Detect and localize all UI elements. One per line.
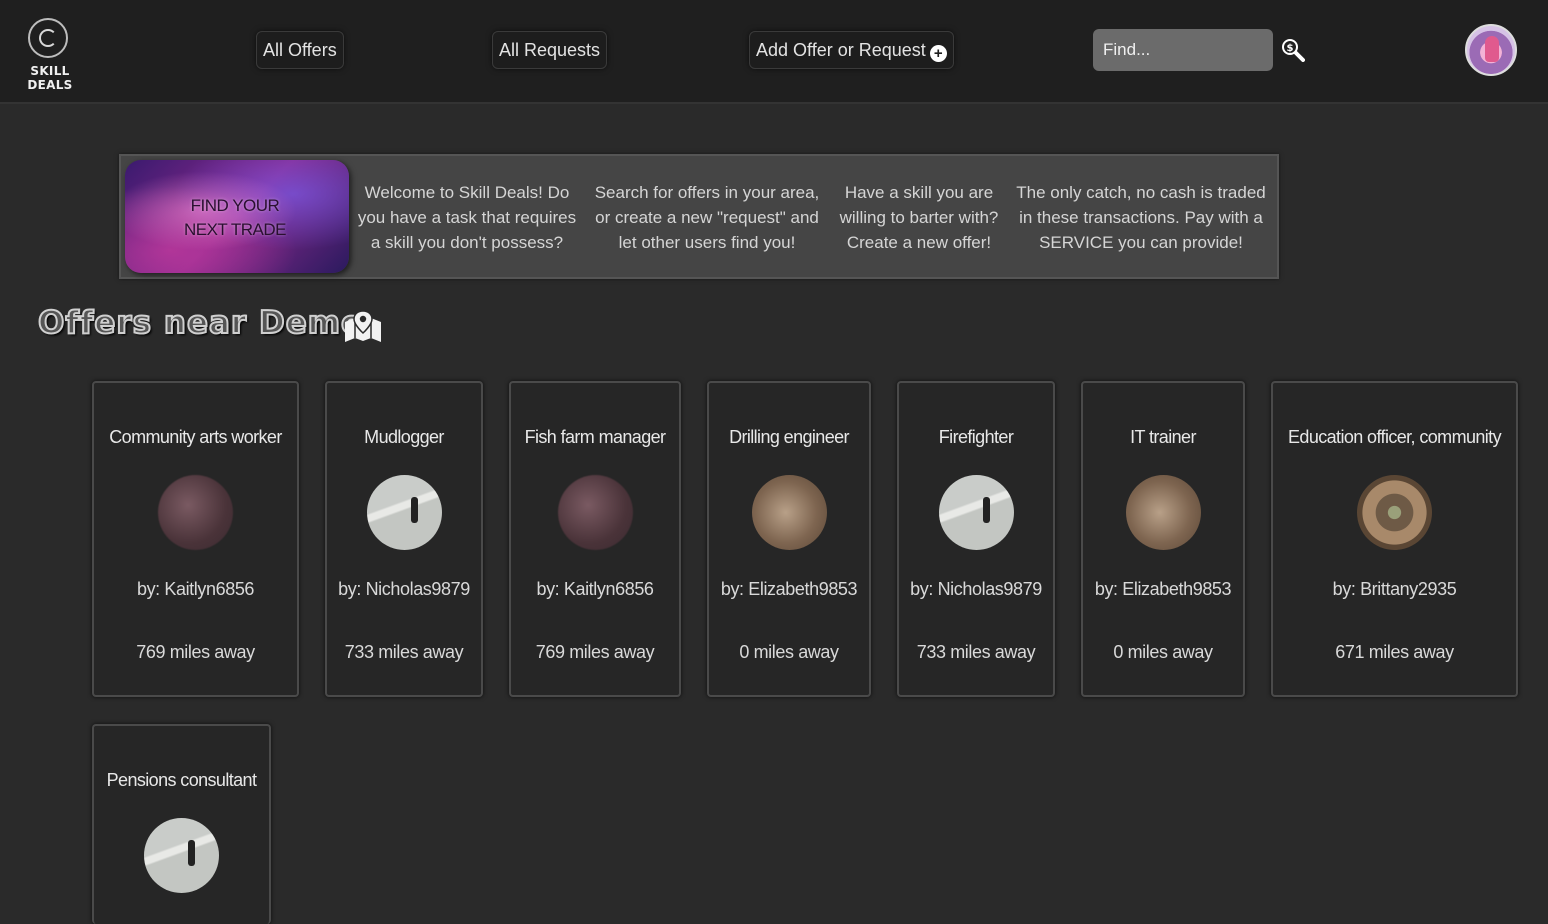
offer-owner-photo <box>557 475 633 550</box>
user-avatar[interactable] <box>1465 24 1517 76</box>
map-pin-icon <box>345 310 381 342</box>
offer-owner-photo <box>144 818 219 893</box>
svg-text:$: $ <box>1287 43 1294 54</box>
offer-title: Mudlogger <box>364 427 444 447</box>
banner-image-text: FIND YOUR NEXT TRADE <box>183 196 287 239</box>
offer-owner-photo <box>366 475 442 550</box>
banner-text-welcome: Welcome to Skill Deals! Do you have a ta… <box>357 183 577 252</box>
offer-distance: 769 miles away <box>136 642 255 662</box>
offer-owner: by: Elizabeth9853 <box>720 579 858 599</box>
banner-text-offer: Have a skill you are willing to barter w… <box>839 183 999 252</box>
offer-distance: 0 miles away <box>1113 642 1213 662</box>
offer-title: Drilling engineer <box>729 427 849 447</box>
offer-title: Fish farm manager <box>524 427 666 447</box>
offer-owner: by: Kaitlyn6856 <box>136 579 255 599</box>
all-requests-button[interactable]: All Requests <box>492 31 608 69</box>
offer-owner-photo <box>938 475 1014 550</box>
offer-card[interactable]: Firefighter by: Nicholas9879 733 miles a… <box>897 381 1055 697</box>
offer-card[interactable]: Drilling engineer by: Elizabeth9853 0 mi… <box>707 381 871 697</box>
skill-deals-logo[interactable]: SKILL DEALS <box>14 18 86 92</box>
search-icon[interactable]: $ <box>1279 36 1305 62</box>
plus-circle-icon: + <box>929 45 947 62</box>
banner-text-catch: The only catch, no cash is traded in the… <box>1016 183 1266 252</box>
offer-owner: by: Kaitlyn6856 <box>536 579 654 599</box>
search-input[interactable] <box>1093 29 1273 71</box>
banner-text-search: Search for offers in your area, or creat… <box>594 183 820 252</box>
offer-title: Education officer, community <box>1288 427 1502 447</box>
logo-text: SKILL DEALS <box>27 64 73 92</box>
offer-distance: 0 miles away <box>739 642 839 662</box>
offer-owner: by: Nicholas9879 <box>910 579 1042 599</box>
offer-owner-photo <box>1125 475 1201 550</box>
offer-card[interactable]: Community arts worker by: Kaitlyn6856 76… <box>92 381 299 697</box>
banner-galaxy-image: FIND YOUR NEXT TRADE <box>125 160 349 273</box>
offer-owner-photo <box>158 475 233 550</box>
offer-owner-photo <box>1357 475 1432 550</box>
offer-owner: by: Brittany2935 <box>1332 579 1457 599</box>
offer-card[interactable]: IT trainer by: Elizabeth9853 0 miles awa… <box>1081 381 1245 697</box>
offer-card[interactable]: Pensions consultant <box>92 724 271 924</box>
all-offers-button[interactable]: All Offers <box>256 31 344 69</box>
offer-card[interactable]: Education officer, community by: Brittan… <box>1271 381 1518 697</box>
offer-title: Community arts worker <box>109 427 282 447</box>
add-offer-label: Add Offer or Request <box>756 40 926 60</box>
offer-distance: 769 miles away <box>535 642 655 662</box>
offer-distance: 671 miles away <box>1335 642 1454 662</box>
offer-title: Firefighter <box>938 427 1014 447</box>
offer-card[interactable]: Fish farm manager by: Kaitlyn6856 769 mi… <box>509 381 681 697</box>
logo-emblem-icon <box>28 18 68 58</box>
welcome-banner: FIND YOUR NEXT TRADE Welcome to Skill De… <box>119 154 1279 279</box>
offer-title: Pensions consultant <box>106 770 257 790</box>
offer-owner: by: Elizabeth9853 <box>1094 579 1232 599</box>
offer-owner: by: Nicholas9879 <box>338 579 470 599</box>
top-navbar: SKILL DEALS All Offers All Requests Add … <box>0 0 1548 104</box>
offer-card[interactable]: Mudlogger by: Nicholas9879 733 miles awa… <box>325 381 483 697</box>
offer-distance: 733 miles away <box>344 642 464 662</box>
offer-title: IT trainer <box>1130 427 1196 447</box>
offer-owner-photo <box>751 475 827 550</box>
offer-distance: 733 miles away <box>916 642 1036 662</box>
add-offer-or-request-button[interactable]: Add Offer or Request + <box>749 31 954 69</box>
section-title: Offers near Demo <box>37 304 364 342</box>
